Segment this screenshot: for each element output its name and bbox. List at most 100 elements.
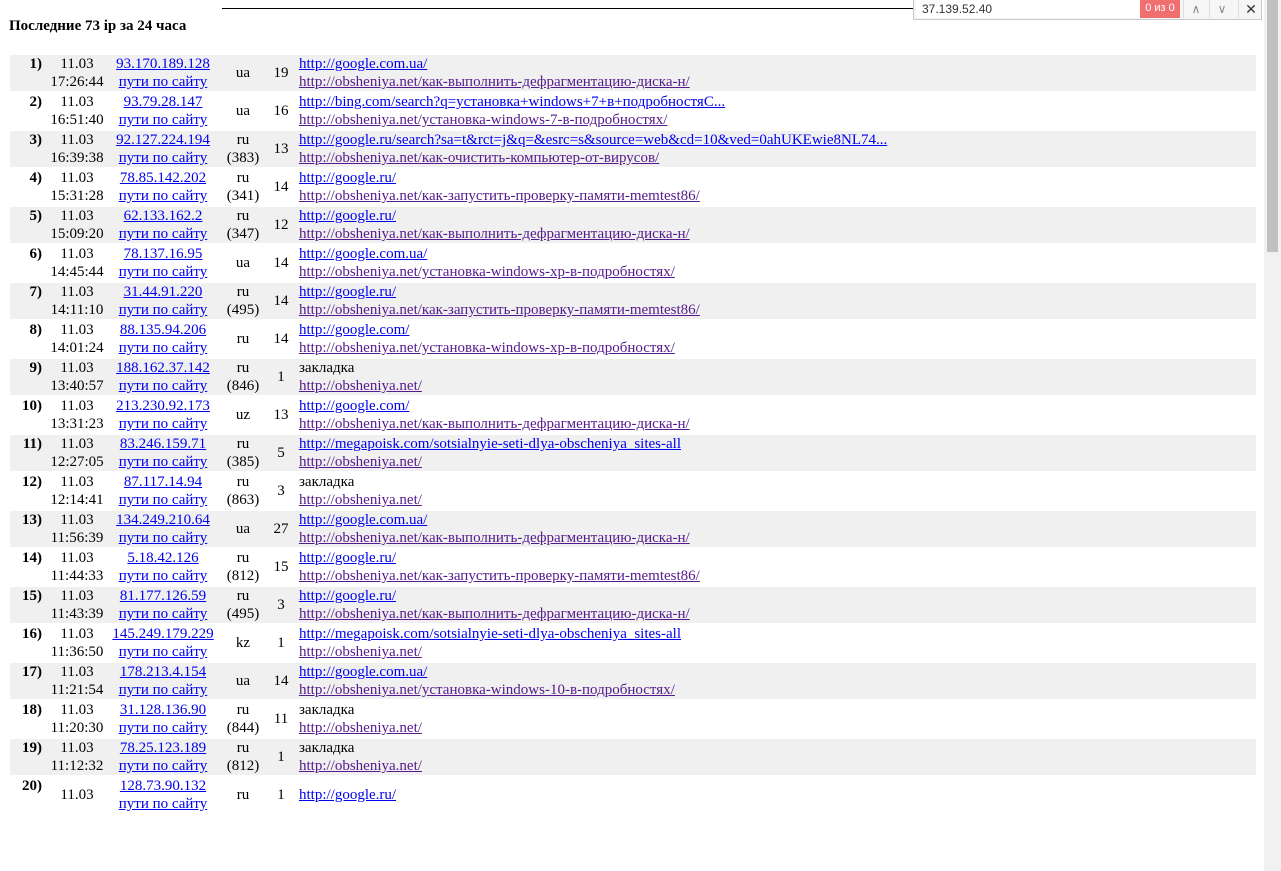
site-paths-link[interactable]: пути по сайту [119,682,208,698]
landing-page-link[interactable]: http://obsheniya.net/установка-windows-1… [299,682,675,698]
site-paths-link[interactable]: пути по сайту [119,150,208,166]
country-code: ru [236,436,250,452]
row-country: ru (347) [218,207,268,243]
ip-link[interactable]: 78.85.142.202 [120,170,206,186]
site-paths-link[interactable]: пути по сайту [119,188,208,204]
site-paths-link[interactable]: пути по сайту [119,492,208,508]
site-paths-link[interactable]: пути по сайту [119,264,208,280]
site-paths-link[interactable]: пути по сайту [119,530,208,546]
table-row: 7) 11.03 14:11:10 31.44.91.220 пути по сайту… [10,283,1256,319]
landing-page-link[interactable]: http://obsheniya.net/установка-windows-7… [299,112,667,128]
landing-page-link[interactable]: http://obsheniya.net/как-выполнить-дефра… [299,416,690,432]
site-paths-link[interactable]: пути по сайту [119,606,208,622]
row-ip-cell: 188.162.37.142 пути по сайту [108,359,218,395]
landing-page-link[interactable]: http://obsheniya.net/ [299,720,422,736]
referrer-link[interactable]: http://google.ru/ [299,170,396,186]
ip-link[interactable]: 31.128.136.90 [120,702,206,718]
landing-page-link[interactable]: http://obsheniya.net/ [299,644,422,660]
find-next-button[interactable]: ∨ [1209,0,1234,18]
ip-link[interactable]: 188.162.37.142 [116,360,210,376]
site-paths-link[interactable]: пути по сайту [119,378,208,394]
site-paths-link[interactable]: пути по сайту [119,302,208,318]
region-code: (495) [226,606,260,622]
site-paths-link[interactable]: пути по сайту [119,340,208,356]
site-paths-link[interactable]: пути по сайту [119,568,208,584]
landing-page-link[interactable]: http://obsheniya.net/как-запустить-прове… [299,568,700,584]
landing-page-link[interactable]: http://obsheniya.net/как-выполнить-дефра… [299,226,690,242]
referrer-link[interactable]: http://megapoisk.com/sotsialnyie-seti-dl… [299,626,681,642]
landing-page-link[interactable]: http://obsheniya.net/установка-windows-x… [299,340,675,356]
referrer-link[interactable]: http://google.com/ [299,322,409,338]
ip-link[interactable]: 87.117.14.94 [124,474,202,490]
visit-count: 14 [273,331,289,347]
row-datetime: 11.03 11:20:30 [46,701,108,737]
landing-page-link[interactable]: http://obsheniya.net/как-очистить-компью… [299,150,659,166]
site-paths-link[interactable]: пути по сайту [119,644,208,660]
country-code: ua [235,673,251,689]
site-paths-link[interactable]: пути по сайту [119,796,208,812]
ip-link[interactable]: 128.73.90.132 [120,778,206,794]
ip-link[interactable]: 78.137.16.95 [124,246,203,262]
table-row: 19) 11.03 11:12:32 78.25.123.189 пути по сай… [10,739,1256,775]
landing-page-link[interactable]: http://obsheniya.net/ [299,378,422,394]
landing-page-link[interactable]: http://obsheniya.net/как-запустить-прове… [299,302,700,318]
landing-page-link[interactable]: http://obsheniya.net/как-запустить-прове… [299,188,700,204]
ip-link[interactable]: 62.133.162.2 [124,208,203,224]
find-close-button[interactable]: ✕ [1238,0,1263,18]
landing-page-link[interactable]: http://obsheniya.net/как-выполнить-дефра… [299,74,690,90]
row-date: 11.03 [60,702,94,718]
ip-link[interactable]: 31.44.91.220 [124,284,203,300]
row-datetime: 11.03 11:36:50 [46,625,108,661]
referrer-link[interactable]: http://google.com.ua/ [299,56,427,72]
site-paths-link[interactable]: пути по сайту [119,758,208,774]
site-paths-link[interactable]: пути по сайту [119,454,208,470]
referrer-link[interactable]: http://google.com/ [299,398,409,414]
referrer-link[interactable]: http://bing.com/search?q=установка+windo… [299,94,725,110]
landing-page-link[interactable]: http://obsheniya.net/ [299,492,422,508]
ip-link[interactable]: 145.249.179.229 [112,626,213,642]
region-code: (846) [226,378,260,394]
ip-link[interactable]: 81.177.126.59 [120,588,206,604]
site-paths-link[interactable]: пути по сайту [119,112,208,128]
find-input[interactable] [916,0,1140,18]
ip-link[interactable]: 92.127.224.194 [116,132,210,148]
site-paths-link[interactable]: пути по сайту [119,226,208,242]
ip-link[interactable]: 93.170.189.128 [116,56,210,72]
landing-page-link[interactable]: http://obsheniya.net/как-выполнить-дефра… [299,530,690,546]
chevron-down-icon: ∨ [1217,2,1227,16]
site-paths-link[interactable]: пути по сайту [119,720,208,736]
ip-link[interactable]: 213.230.92.173 [116,398,210,414]
row-number: 3) [10,131,46,167]
referrer-link[interactable]: http://google.ru/ [299,550,396,566]
ip-link[interactable]: 88.135.94.206 [120,322,206,338]
site-paths-link[interactable]: пути по сайту [119,74,208,90]
ip-link[interactable]: 93.79.28.147 [124,94,203,110]
table-row: 8) 11.03 14:01:24 88.135.94.206 пути по сайт… [10,321,1256,357]
ip-link[interactable]: 134.249.210.64 [116,512,210,528]
referrer-link[interactable]: http://google.ru/ [299,787,396,803]
row-referrer-cell: http://megapoisk.com/sotsialnyie-seti-dl… [294,625,1256,661]
ip-link[interactable]: 5.18.42.126 [127,550,198,566]
ip-link[interactable]: 83.246.159.71 [120,436,206,452]
landing-page-link[interactable]: http://obsheniya.net/ [299,454,422,470]
landing-page-link[interactable]: http://obsheniya.net/как-выполнить-дефра… [299,606,690,622]
referrer-link[interactable]: http://google.com.ua/ [299,664,427,680]
referrer-link[interactable]: http://google.ru/search?sa=t&rct=j&q=&es… [299,132,887,148]
referrer-link[interactable]: http://google.ru/ [299,208,396,224]
referrer-link[interactable]: http://google.ru/ [299,284,396,300]
vertical-scrollbar[interactable] [1264,0,1281,871]
referrer-link[interactable]: http://google.com.ua/ [299,246,427,262]
referrer-link[interactable]: http://megapoisk.com/sotsialnyie-seti-dl… [299,436,681,452]
referrer-link[interactable]: http://google.com.ua/ [299,512,427,528]
site-paths-link[interactable]: пути по сайту [119,416,208,432]
row-date: 11.03 [60,436,94,452]
landing-page-link[interactable]: http://obsheniya.net/установка-windows-x… [299,264,675,280]
ip-link[interactable]: 178.213.4.154 [120,664,206,680]
ip-link[interactable]: 78.25.123.189 [120,740,206,756]
find-prev-button[interactable]: ∧ [1183,0,1208,18]
scrollbar-thumb[interactable] [1267,0,1278,252]
referrer-link[interactable]: http://google.ru/ [299,588,396,604]
landing-page-link[interactable]: http://obsheniya.net/ [299,758,422,774]
table-row: 15) 11.03 11:43:39 81.177.126.59 пути по сай… [10,587,1256,623]
find-bar: 0 из 0 ∧ ∨ ✕ [913,0,1262,20]
